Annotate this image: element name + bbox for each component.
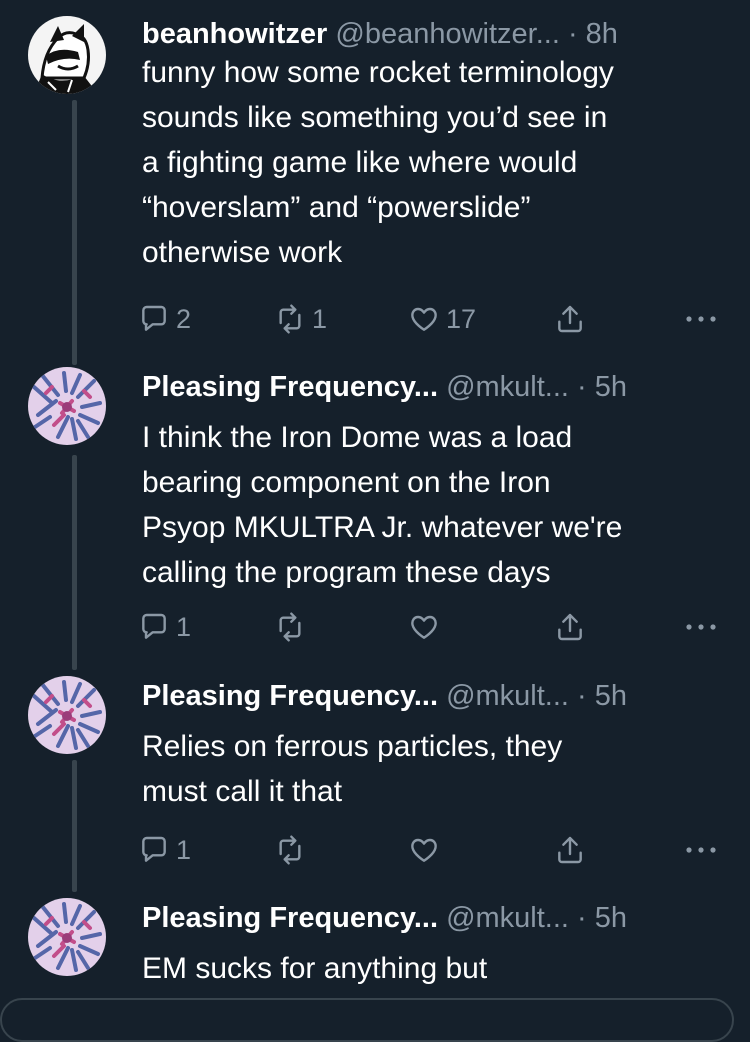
more-button[interactable] (684, 830, 718, 870)
timestamp[interactable]: · 5h (577, 680, 627, 712)
display-name[interactable]: Pleasing Frequency... (142, 371, 438, 403)
tweet[interactable]: Pleasing Frequency... @mkult... · 5h Rel… (0, 676, 750, 876)
anime-character-avatar (28, 16, 106, 94)
action-bar: 1 (138, 607, 718, 647)
tweet-header: Pleasing Frequency... @mkult... · 5h (142, 367, 722, 407)
tweet-text-line: Relies on ferrous particles, they (142, 730, 563, 763)
like-count: 17 (446, 303, 477, 334)
retweet-icon (279, 835, 301, 865)
share-button[interactable] (554, 830, 586, 870)
user-handle[interactable]: @beanhowitzer... (335, 18, 560, 50)
tweet-text-line: EM sucks for anything but (142, 952, 488, 985)
timestamp[interactable]: · 8h (568, 18, 618, 50)
user-handle[interactable]: @mkult... (446, 371, 569, 403)
avatar[interactable] (28, 898, 106, 976)
share-button[interactable] (554, 299, 586, 339)
share-icon (558, 305, 582, 333)
retweet-button[interactable]: 1 (274, 299, 327, 339)
timestamp[interactable]: · 5h (577, 371, 627, 403)
tweet-text-line: a fighting game like where would (142, 146, 578, 179)
reply-count: 1 (176, 834, 192, 865)
pattern-avatar (28, 367, 106, 445)
tweet-text-line: sounds like something you’d see in (142, 101, 608, 134)
tweet-text-line: Psyop MKULTRA Jr. whatever we're (142, 511, 623, 544)
reply-button[interactable]: 1 (138, 607, 191, 647)
pattern-avatar (28, 676, 106, 754)
user-handle[interactable]: @mkult... (446, 680, 569, 712)
avatar[interactable] (28, 16, 106, 94)
tweet-text-line: funny how some rocket terminology (142, 56, 614, 89)
tweet-text-line: otherwise work (142, 236, 343, 269)
like-button[interactable]: 17 (408, 299, 476, 339)
tweet-text-line: bearing component on the Iron (142, 466, 551, 499)
reply-count: 1 (176, 611, 192, 642)
avatar[interactable] (28, 367, 106, 445)
display-name[interactable]: Pleasing Frequency... (142, 902, 438, 934)
pattern-avatar (28, 898, 106, 976)
retweet-button[interactable] (274, 830, 306, 870)
tweet-text-line: calling the program these days (142, 556, 551, 589)
tweet-text: EM sucks for anything but (142, 946, 732, 991)
more-icon (686, 316, 716, 322)
tweet[interactable]: beanhowitzer @beanhowitzer... · 8h funny… (0, 14, 750, 344)
action-bar: 2 1 17 (138, 299, 718, 339)
heart-icon (411, 615, 437, 639)
tweet-text-line: must call it that (142, 775, 343, 808)
avatar[interactable] (28, 676, 106, 754)
reply-count: 2 (176, 303, 192, 334)
tweet-text-line: I think the Iron Dome was a load (142, 421, 573, 454)
retweet-count: 1 (312, 303, 328, 334)
retweet-icon (279, 304, 301, 334)
share-icon (558, 836, 582, 864)
tweet-header: Pleasing Frequency... @mkult... · 5h (142, 676, 722, 716)
display-name[interactable]: Pleasing Frequency... (142, 680, 438, 712)
reply-compose-bar[interactable] (0, 998, 734, 1042)
reply-button[interactable]: 1 (138, 830, 191, 870)
share-icon (558, 613, 582, 641)
reply-icon (142, 305, 166, 331)
reply-button[interactable]: 2 (138, 299, 191, 339)
like-button[interactable] (408, 607, 440, 647)
more-button[interactable] (684, 607, 718, 647)
tweet[interactable]: Pleasing Frequency... @mkult... · 5h I t… (0, 367, 750, 657)
share-button[interactable] (554, 607, 586, 647)
reply-icon (142, 836, 166, 862)
tweet-text: Relies on ferrous particles, they must c… (142, 724, 732, 814)
retweet-icon (279, 612, 301, 642)
heart-icon (411, 838, 437, 862)
like-button[interactable] (408, 830, 440, 870)
tweet-text-line: “hoverslam” and “powerslide” (142, 191, 531, 224)
tweet[interactable]: Pleasing Frequency... @mkult... · 5h EM … (0, 898, 750, 998)
action-bar: 1 (138, 830, 718, 870)
user-handle[interactable]: @mkult... (446, 902, 569, 934)
heart-icon (411, 307, 437, 331)
retweet-button[interactable] (274, 607, 306, 647)
reply-icon (142, 613, 166, 639)
tweet-header: beanhowitzer @beanhowitzer... · 8h (142, 14, 722, 54)
more-button[interactable] (684, 299, 718, 339)
more-icon (686, 847, 716, 853)
tweet-text: funny how some rocket terminology sounds… (142, 50, 732, 275)
display-name[interactable]: beanhowitzer (142, 18, 327, 50)
more-icon (686, 624, 716, 630)
tweet-text: I think the Iron Dome was a load bearing… (142, 415, 732, 595)
tweet-header: Pleasing Frequency... @mkult... · 5h (142, 898, 722, 938)
timestamp[interactable]: · 5h (577, 902, 627, 934)
